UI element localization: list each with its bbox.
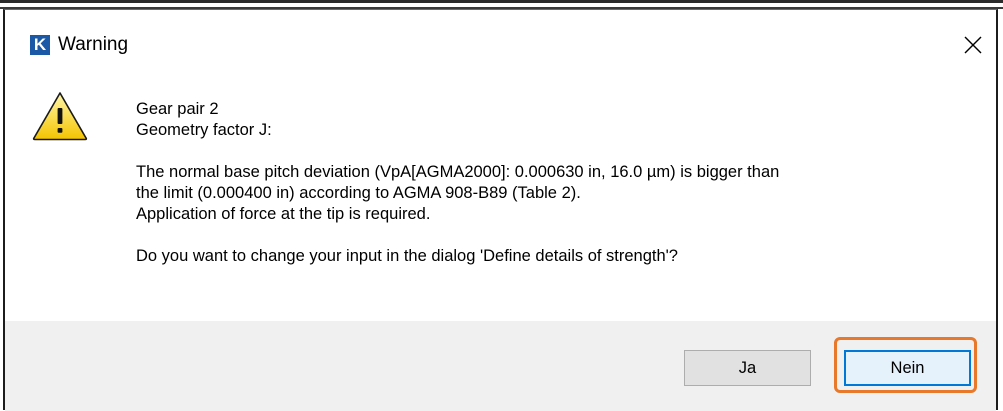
warning-message: Gear pair 2 Geometry factor J: The norma… — [136, 99, 981, 267]
no-button[interactable]: Nein — [844, 350, 971, 386]
background-window-edge — [0, 0, 1003, 9]
dialog-titlebar[interactable]: K Warning — [5, 10, 996, 72]
message-question: Do you want to change your input in the … — [136, 247, 678, 265]
dialog-title: Warning — [58, 34, 129, 55]
message-line: the limit (0.000400 in) according to AGM… — [136, 184, 581, 202]
warning-dialog: K Warning Gear pair 2 Geometry factor J: — [3, 9, 998, 411]
message-line: The normal base pitch deviation (VpA[AGM… — [136, 163, 780, 181]
background-divider — [0, 0, 1003, 3]
message-line: Application of force at the tip is requi… — [136, 205, 431, 223]
close-icon — [964, 36, 982, 54]
dialog-content: Gear pair 2 Geometry factor J: The norma… — [5, 72, 996, 321]
yes-button[interactable]: Ja — [684, 350, 811, 386]
message-line: Gear pair 2 — [136, 100, 219, 118]
dialog-button-bar: Ja Nein — [5, 321, 996, 411]
message-line: Geometry factor J: — [136, 121, 272, 139]
close-button[interactable] — [950, 22, 996, 68]
application-logo-icon: K — [30, 35, 50, 55]
warning-triangle-icon — [32, 92, 88, 141]
